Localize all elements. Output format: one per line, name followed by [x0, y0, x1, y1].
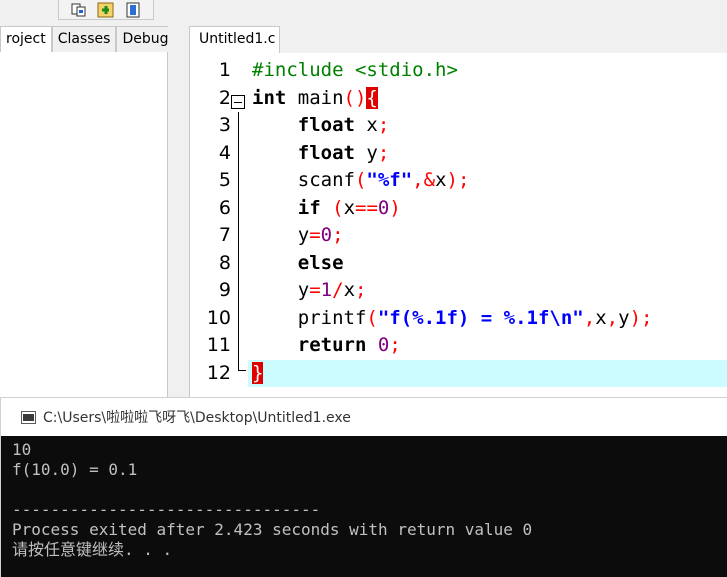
- line-number-gutter: 1 2 3 4 5 6 7 8 9 10 11 12: [194, 57, 231, 387]
- console-output[interactable]: 10 f(10.0) = 0.1 -----------------------…: [1, 436, 727, 577]
- line-number: 10: [206, 306, 231, 329]
- console-app-icon: [21, 410, 36, 424]
- console-title: C:\Users\啦啦啦飞呀飞\Desktop\Untitled1.exe: [43, 410, 351, 426]
- line-number: 4: [218, 141, 231, 164]
- line-number: 3: [218, 114, 231, 136]
- fold-guide: [238, 112, 239, 370]
- debug-toolbar: [58, 0, 154, 20]
- code-line: int main(){: [252, 86, 378, 109]
- project-panel: roject Classes Debug: [0, 24, 175, 404]
- console-line: f(10.0) = 0.1: [12, 460, 138, 479]
- code-line: float x;: [297, 114, 390, 136]
- code-line: scanf("%f",&x);: [252, 169, 470, 191]
- code-line: #include <stdio.h>: [252, 59, 458, 81]
- code-lines[interactable]: #include <stdio.h> int main(){ float x; …: [248, 57, 727, 387]
- view-cpu-icon[interactable]: [123, 1, 143, 19]
- left-tab-bar: roject Classes Debug: [0, 26, 175, 53]
- code-editor[interactable]: 1 2 3 4 5 6 7 8 9 10 11 12 #include <std…: [189, 53, 727, 403]
- add-watch-icon[interactable]: [96, 1, 116, 19]
- code-line: printf("f(%.1f) = %.1f\n",x,y);: [252, 306, 653, 329]
- line-number: 2: [218, 86, 231, 109]
- fold-margin: [231, 57, 247, 387]
- console-line: 10: [12, 440, 32, 459]
- console-line: Process exited after 2.423 seconds with …: [12, 520, 533, 539]
- console-window[interactable]: C:\Users\啦啦啦飞呀飞\Desktop\Untitled1.exe 10…: [0, 397, 727, 577]
- code-line-current: }: [248, 359, 727, 387]
- panel-splitter[interactable]: [168, 24, 188, 404]
- code-line: y=1/x;: [252, 279, 367, 301]
- console-line: 请按任意键继续. . .: [12, 540, 173, 559]
- line-number: 8: [218, 251, 231, 274]
- tab-project[interactable]: roject: [0, 26, 52, 53]
- console-line: --------------------------------: [12, 500, 321, 519]
- line-number: 7: [218, 224, 231, 246]
- tab-debug[interactable]: Debug: [116, 26, 175, 52]
- fold-end-marker: [238, 370, 246, 371]
- code-line: float y;: [297, 141, 390, 164]
- line-number: 5: [218, 169, 231, 191]
- line-number: 6: [218, 196, 231, 219]
- code-line: return 0;: [297, 334, 401, 356]
- editor-tab-untitled1[interactable]: Untitled1.c: [189, 26, 280, 53]
- tab-classes[interactable]: Classes: [51, 26, 117, 52]
- project-tree[interactable]: [0, 52, 168, 404]
- step-over-icon[interactable]: [69, 1, 89, 19]
- line-number: 12: [206, 361, 231, 384]
- line-number: 9: [218, 279, 231, 301]
- code-line: if (x==0): [297, 196, 401, 219]
- fold-collapse-icon[interactable]: [231, 95, 245, 109]
- code-line: y=0;: [252, 224, 344, 246]
- line-number: 1: [218, 59, 231, 81]
- console-title-bar[interactable]: C:\Users\啦啦啦飞呀飞\Desktop\Untitled1.exe: [1, 398, 727, 436]
- code-line: else: [297, 251, 344, 274]
- line-number: 11: [206, 334, 231, 356]
